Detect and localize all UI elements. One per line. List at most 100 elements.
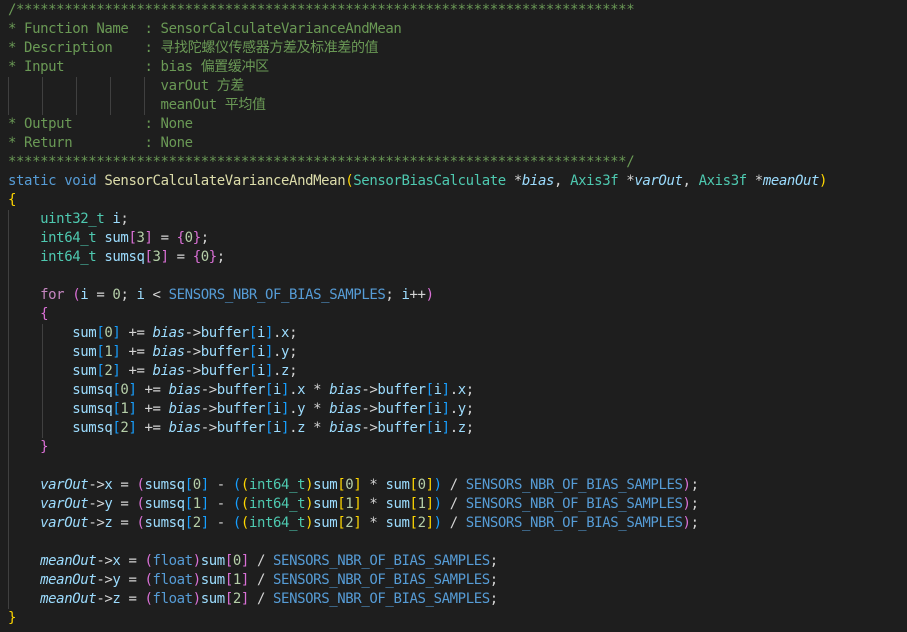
code-token: buffer — [200, 325, 250, 341]
code-token: [ — [409, 515, 418, 531]
code-token: sum — [104, 230, 129, 246]
code-token: -> — [184, 344, 201, 360]
code-token: -> — [200, 420, 217, 436]
code-token: ] — [240, 572, 249, 588]
code-token: buffer — [216, 401, 266, 417]
code-token: = — [120, 553, 145, 569]
code-token: buffer — [200, 344, 250, 360]
code-token: ) — [192, 572, 201, 588]
code-token: = — [112, 496, 137, 512]
code-token: = — [168, 249, 193, 265]
code-line: int64_t sum[3] = {0}; — [8, 229, 209, 248]
code-token: += — [136, 420, 169, 436]
code-token: sumsq — [104, 249, 145, 265]
code-token: ] — [200, 496, 209, 512]
code-line: for (i = 0; i < SENSORS_NBR_OF_BIAS_SAMP… — [8, 286, 434, 305]
code-line: sum[1] += bias->buffer[i].y; — [8, 343, 297, 362]
code-token: ] — [240, 591, 249, 607]
code-token: sum — [313, 496, 338, 512]
code-token: meanOut — [40, 553, 97, 569]
code-line: sum[0] += bias->buffer[i].x; — [8, 324, 297, 343]
code-token: y — [281, 344, 290, 360]
code-token: ) — [305, 477, 314, 493]
code-token: * — [746, 173, 763, 189]
code-token: [ — [425, 401, 434, 417]
code-token: ] — [200, 477, 209, 493]
code-editor[interactable]: /***************************************… — [0, 0, 907, 632]
code-token: 3 — [152, 249, 161, 265]
code-token: * Input : bias 偏置缓冲区 — [8, 59, 269, 75]
code-token: ; — [200, 230, 209, 246]
code-token: * — [505, 173, 522, 189]
code-token: 2 — [192, 515, 201, 531]
code-token: * Output : None — [8, 116, 193, 132]
code-token: meanOut 平均值 — [8, 97, 266, 113]
code-token: sumsq — [72, 420, 113, 436]
code-line: meanOut->z = (float)sum[2] / SENSORS_NBR… — [8, 590, 498, 609]
code-token: bias — [152, 363, 186, 379]
code-token: / — [441, 477, 466, 493]
code-token: [ — [184, 477, 193, 493]
code-token: 3 — [136, 230, 145, 246]
code-token: ; — [289, 344, 298, 360]
code-token: int64_t — [248, 496, 306, 512]
code-token: 1 — [232, 572, 241, 588]
code-token: varOut — [634, 173, 683, 189]
code-token: 2 — [417, 515, 426, 531]
code-token: . — [289, 401, 298, 417]
code-token: i — [273, 401, 282, 417]
code-token: ] — [441, 420, 450, 436]
code-token: += — [120, 344, 153, 360]
code-line: static void SensorCalculateVarianceAndMe… — [8, 172, 827, 191]
code-token: [ — [248, 363, 257, 379]
code-token: 0 — [417, 477, 426, 493]
code-token: ] — [441, 401, 450, 417]
code-token: ] — [281, 382, 290, 398]
code-token: ) — [305, 496, 314, 512]
code-line: meanOut 平均值 — [8, 96, 266, 115]
code-token: i — [273, 382, 282, 398]
code-token: [ — [144, 249, 153, 265]
code-token: - — [208, 496, 233, 512]
code-token: bias — [152, 344, 186, 360]
code-token: [ — [184, 515, 193, 531]
code-token: } — [40, 439, 49, 455]
code-token: ) — [682, 496, 691, 512]
code-token: -> — [88, 515, 105, 531]
code-token: [ — [224, 572, 233, 588]
code-token: ( — [232, 477, 241, 493]
code-token: sumsq — [72, 401, 113, 417]
code-token: for — [40, 287, 65, 303]
code-token: sum — [200, 591, 225, 607]
code-token: < — [144, 287, 169, 303]
code-line: sumsq[1] += bias->buffer[i].y * bias->bu… — [8, 400, 474, 419]
code-token: int64_t — [40, 249, 97, 265]
code-token: ; — [120, 211, 129, 227]
code-token: uint32_t — [40, 211, 105, 227]
code-token: sum — [313, 515, 338, 531]
code-line: sumsq[2] += bias->buffer[i].z * bias->bu… — [8, 419, 474, 438]
code-token: [ — [224, 591, 233, 607]
code-token: - — [208, 515, 233, 531]
code-token: SENSORS_NBR_OF_BIAS_SAMPLES — [465, 477, 683, 493]
code-token: , — [554, 173, 571, 189]
code-token: { — [192, 249, 201, 265]
code-token: z — [457, 420, 466, 436]
code-token: . — [273, 344, 282, 360]
code-token: varOut — [40, 515, 89, 531]
code-token: bias — [168, 382, 202, 398]
code-token: y — [297, 401, 306, 417]
code-line: { — [8, 305, 48, 324]
code-token: -> — [88, 477, 105, 493]
code-token: += — [120, 363, 153, 379]
code-token: . — [273, 363, 282, 379]
code-token: -> — [361, 382, 378, 398]
code-token: SensorCalculateVarianceAndMean — [104, 173, 346, 189]
code-token: ) — [305, 515, 314, 531]
code-token: ( — [232, 496, 241, 512]
